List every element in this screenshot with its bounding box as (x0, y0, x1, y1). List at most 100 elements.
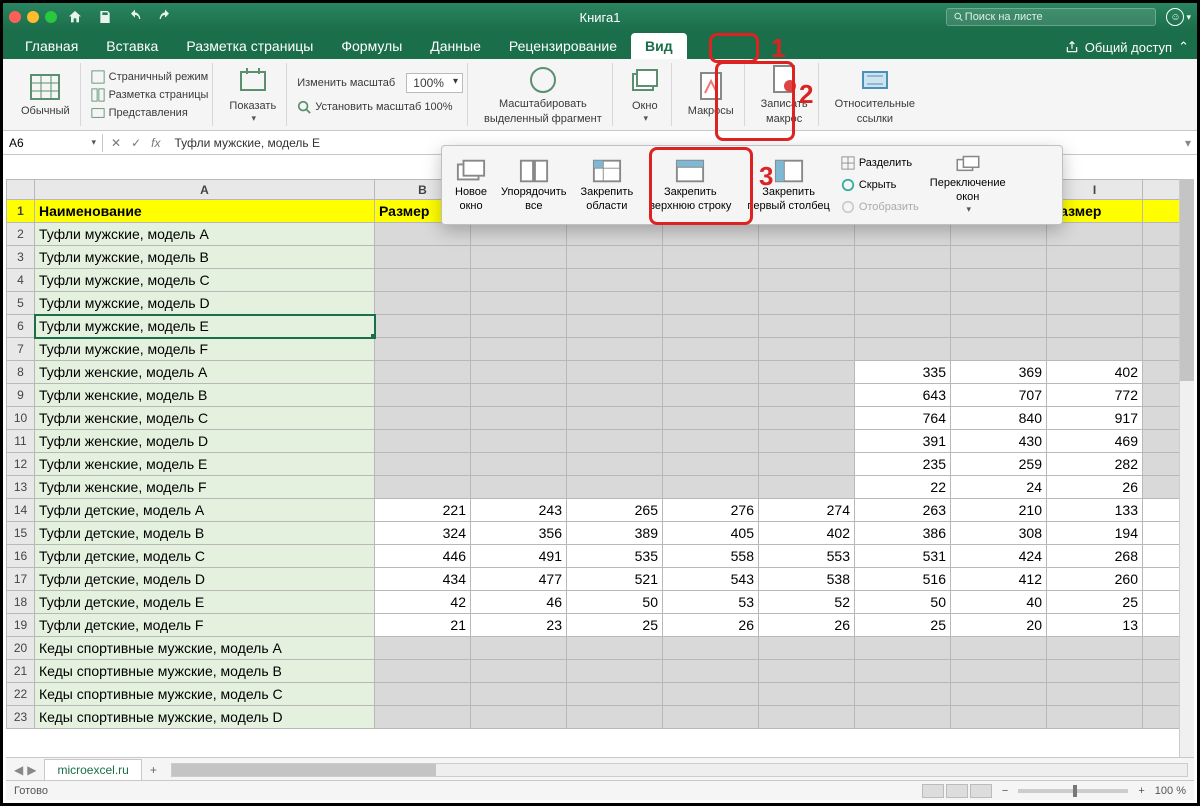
cell[interactable]: Туфли детские, модель C (35, 545, 375, 568)
cell[interactable] (471, 361, 567, 384)
cell[interactable]: 53 (663, 591, 759, 614)
cell[interactable] (1047, 315, 1143, 338)
cell[interactable]: Туфли мужские, модель B (35, 246, 375, 269)
cell[interactable]: 40 (951, 591, 1047, 614)
row-header[interactable]: 11 (7, 430, 35, 453)
cell[interactable] (567, 269, 663, 292)
cell[interactable] (1047, 269, 1143, 292)
cell[interactable]: Туфли детские, модель E (35, 591, 375, 614)
row-header[interactable]: 10 (7, 407, 35, 430)
cell[interactable] (663, 683, 759, 706)
cell[interactable]: 221 (375, 499, 471, 522)
cell[interactable]: 25 (567, 614, 663, 637)
zoom-percent[interactable]: 100 % (1155, 785, 1186, 797)
cell[interactable]: 389 (567, 522, 663, 545)
cell[interactable]: 265 (567, 499, 663, 522)
cell[interactable] (567, 660, 663, 683)
tab-home[interactable]: Главная (11, 33, 92, 59)
cell[interactable] (567, 223, 663, 246)
cell[interactable]: 469 (1047, 430, 1143, 453)
cell[interactable] (471, 384, 567, 407)
cell[interactable]: 446 (375, 545, 471, 568)
cell[interactable] (759, 223, 855, 246)
row-header[interactable]: 15 (7, 522, 35, 545)
cell[interactable]: 434 (375, 568, 471, 591)
horizontal-scrollbar[interactable] (171, 763, 1188, 777)
cell[interactable] (759, 292, 855, 315)
cell[interactable]: 210 (951, 499, 1047, 522)
cell[interactable] (375, 683, 471, 706)
cell[interactable]: Туфли женские, модель C (35, 407, 375, 430)
cell[interactable] (663, 223, 759, 246)
cell[interactable]: 268 (1047, 545, 1143, 568)
zoom-to-selection-button[interactable]: Масштабировать выделенный фрагмент (478, 62, 608, 126)
freeze-panes-button[interactable]: Закрепитьобласти (574, 152, 641, 218)
row-header[interactable]: 8 (7, 361, 35, 384)
cell[interactable] (471, 269, 567, 292)
hide-button[interactable]: Скрыть (841, 176, 919, 194)
cell[interactable] (855, 269, 951, 292)
cell[interactable]: 324 (375, 522, 471, 545)
cell[interactable]: 282 (1047, 453, 1143, 476)
cell[interactable]: 133 (1047, 499, 1143, 522)
cell[interactable] (663, 430, 759, 453)
tab-review[interactable]: Рецензирование (495, 33, 631, 59)
cell[interactable]: 235 (855, 453, 951, 476)
cell[interactable] (951, 246, 1047, 269)
cell[interactable] (375, 637, 471, 660)
cell[interactable] (471, 706, 567, 729)
cell[interactable] (663, 315, 759, 338)
cell[interactable] (471, 660, 567, 683)
cell[interactable]: 402 (1047, 361, 1143, 384)
chevron-down-icon[interactable]: ▾ (1179, 136, 1197, 150)
row-header[interactable]: 13 (7, 476, 35, 499)
row-header[interactable]: 20 (7, 637, 35, 660)
cell[interactable] (951, 660, 1047, 683)
row-header[interactable]: 2 (7, 223, 35, 246)
cell[interactable]: 13 (1047, 614, 1143, 637)
cell[interactable] (663, 292, 759, 315)
cell[interactable] (663, 706, 759, 729)
redo-icon[interactable] (157, 9, 173, 25)
row-header[interactable]: 12 (7, 453, 35, 476)
cell[interactable] (759, 683, 855, 706)
cell[interactable] (951, 338, 1047, 361)
cell[interactable] (663, 269, 759, 292)
cell[interactable] (567, 476, 663, 499)
cell[interactable] (663, 246, 759, 269)
row-header[interactable]: 19 (7, 614, 35, 637)
cell[interactable] (567, 430, 663, 453)
cell[interactable] (375, 453, 471, 476)
cell[interactable]: 50 (567, 591, 663, 614)
cell[interactable] (471, 338, 567, 361)
cell[interactable]: 412 (951, 568, 1047, 591)
cell[interactable] (759, 430, 855, 453)
cell[interactable] (759, 660, 855, 683)
cell[interactable] (567, 683, 663, 706)
minimize-icon[interactable] (27, 11, 39, 23)
cell[interactable]: 543 (663, 568, 759, 591)
cell[interactable]: 535 (567, 545, 663, 568)
cell[interactable] (375, 223, 471, 246)
cell[interactable] (567, 407, 663, 430)
row-header[interactable]: 14 (7, 499, 35, 522)
cell[interactable]: Туфли детские, модель D (35, 568, 375, 591)
cell[interactable]: 643 (855, 384, 951, 407)
row-header[interactable]: 17 (7, 568, 35, 591)
cell[interactable]: 516 (855, 568, 951, 591)
relative-refs-button[interactable]: Относительные ссылки (829, 62, 921, 126)
cell[interactable]: 25 (1047, 591, 1143, 614)
cell[interactable]: 477 (471, 568, 567, 591)
cell[interactable] (951, 706, 1047, 729)
row-header[interactable]: 3 (7, 246, 35, 269)
row-header[interactable]: 16 (7, 545, 35, 568)
cell[interactable] (951, 269, 1047, 292)
cell[interactable]: 46 (471, 591, 567, 614)
cell[interactable]: Кеды спортивные мужские, модель A (35, 637, 375, 660)
name-box[interactable]: A6▾ (3, 134, 103, 152)
custom-views-button[interactable]: Представления (91, 104, 188, 122)
cell[interactable] (759, 407, 855, 430)
cell[interactable] (663, 660, 759, 683)
cell[interactable]: 491 (471, 545, 567, 568)
show-button[interactable]: Показать▾ (223, 64, 282, 126)
